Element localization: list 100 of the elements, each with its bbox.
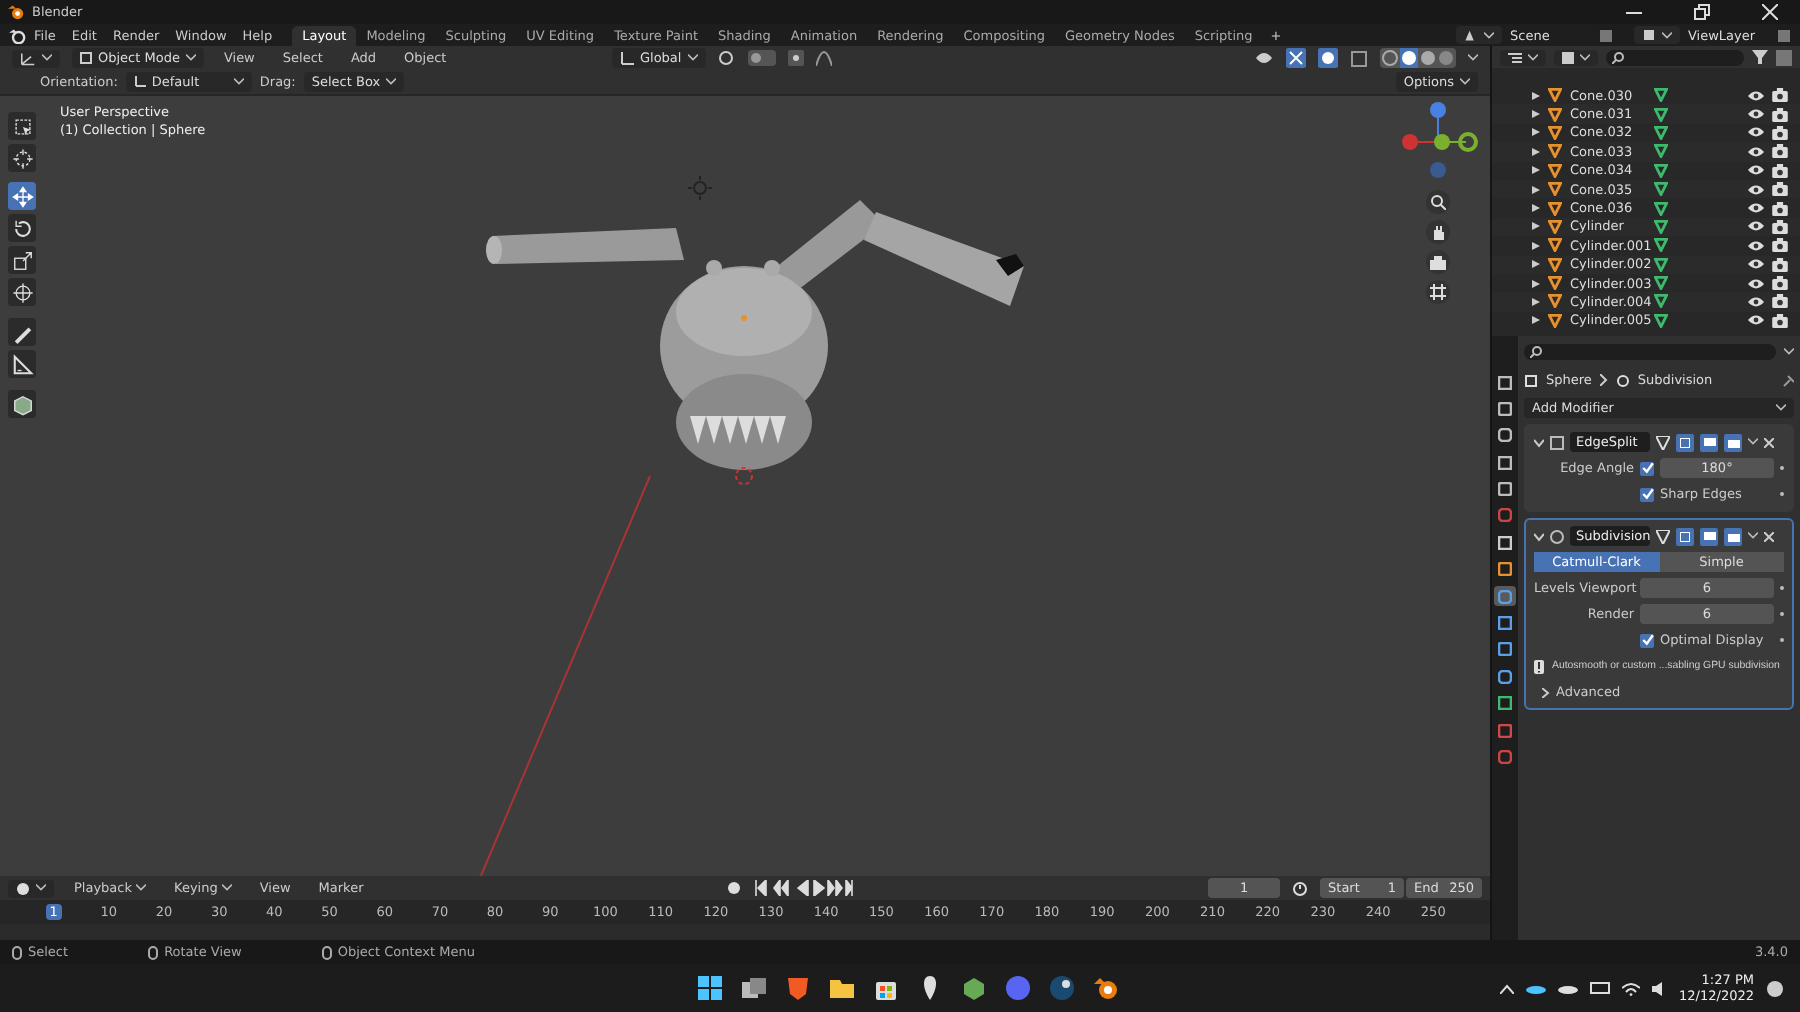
data-tab-icon[interactable] [1494, 693, 1516, 714]
expand-arrow-icon[interactable] [1532, 260, 1540, 269]
filter-button[interactable] [1554, 49, 1598, 65]
copy-icon[interactable] [1598, 27, 1614, 43]
folder-icon[interactable] [827, 974, 856, 1002]
output-tab-icon[interactable] [1494, 425, 1516, 446]
edit-mode-icon[interactable] [1656, 529, 1670, 543]
view-layer-tab-icon[interactable] [1494, 452, 1516, 473]
render-tab-icon[interactable] [1494, 398, 1516, 419]
axis-gizmo-drawing[interactable] [1398, 100, 1478, 184]
stopwatch-icon[interactable] [1292, 880, 1309, 896]
select-box-icon[interactable] [8, 112, 36, 140]
proportional-edit-icon[interactable] [787, 50, 804, 66]
shading-modes-icon[interactable] [1380, 48, 1457, 68]
editor-type-button[interactable] [12, 49, 60, 67]
physics-tab-icon[interactable] [1494, 639, 1516, 660]
expand-arrow-icon[interactable] [1532, 91, 1540, 100]
eye-icon[interactable] [1748, 314, 1764, 327]
constraints-tab-icon[interactable] [1494, 666, 1516, 687]
pencil-icon[interactable] [8, 318, 36, 346]
rotate-icon[interactable] [8, 214, 36, 242]
eye-icon[interactable] [1748, 108, 1764, 121]
wifi-icon[interactable] [1621, 981, 1640, 995]
material-tab-icon[interactable] [1494, 720, 1516, 741]
keyboard-icon[interactable] [1589, 982, 1610, 994]
checkbox[interactable] [1640, 487, 1654, 501]
filter-icon[interactable] [1752, 50, 1768, 64]
task-view-icon[interactable] [739, 974, 768, 1002]
eye-icon[interactable] [1748, 239, 1764, 252]
cage-toggle-icon[interactable] [1676, 527, 1694, 545]
editor-type-button[interactable] [8, 879, 54, 897]
hand-icon[interactable] [1426, 220, 1450, 244]
render-toggle-icon[interactable] [1724, 527, 1742, 545]
app-logo-icon[interactable] [1091, 974, 1120, 1002]
cube-icon[interactable] [959, 974, 988, 1002]
scene-selector[interactable] [1456, 26, 1502, 44]
steam-icon[interactable] [1047, 974, 1076, 1002]
object-tab-icon[interactable] [1494, 559, 1516, 580]
search-field[interactable] [1606, 49, 1744, 65]
expand-arrow-icon[interactable] [1532, 147, 1540, 156]
chevron-up-icon[interactable] [1499, 983, 1514, 993]
xray-icon[interactable] [1350, 49, 1369, 67]
eye-icon[interactable] [1748, 202, 1764, 215]
new-collection-icon[interactable] [1776, 49, 1792, 65]
render-toggle-icon[interactable] [1724, 433, 1742, 451]
expand-arrow-icon[interactable] [1532, 166, 1540, 175]
expand-arrow-icon[interactable] [1532, 316, 1540, 325]
eye-icon[interactable] [1748, 164, 1764, 177]
checkbox[interactable] [1640, 461, 1654, 475]
checkbox[interactable] [1640, 633, 1654, 647]
zoom-icon[interactable] [1426, 190, 1450, 214]
eye-icon[interactable] [1748, 258, 1764, 271]
scale-icon[interactable] [8, 246, 36, 274]
grid-icon[interactable] [1426, 280, 1450, 304]
edit-mode-icon[interactable] [1656, 435, 1670, 449]
expand-arrow-icon[interactable] [1532, 241, 1540, 250]
overlay-toggle-icon[interactable] [1318, 48, 1339, 68]
modifier-tab-icon[interactable] [1494, 586, 1516, 607]
chat-icon[interactable] [1003, 974, 1032, 1002]
close-icon[interactable] [1764, 437, 1774, 447]
notification-icon[interactable] [1766, 979, 1784, 997]
windows-start-icon[interactable] [695, 974, 724, 1002]
move-icon[interactable] [8, 182, 36, 210]
eye-icon[interactable] [1748, 145, 1764, 158]
close-icon[interactable] [1764, 531, 1774, 541]
pivot-icon[interactable] [717, 50, 736, 66]
eye-icon[interactable] [1748, 89, 1764, 102]
scene-tab-icon[interactable] [1494, 479, 1516, 500]
viewport-toggle-icon[interactable] [1700, 433, 1718, 451]
gizmo-toggle-icon[interactable] [1286, 48, 1307, 68]
world-tab-icon[interactable] [1494, 505, 1516, 526]
app-logo-icon[interactable] [8, 27, 26, 43]
record-icon[interactable] [725, 880, 742, 896]
viewport-toggle-icon[interactable] [1700, 527, 1718, 545]
playback-controls-icon[interactable] [753, 880, 854, 896]
particles-tab-icon[interactable] [1494, 613, 1516, 634]
cage-toggle-icon[interactable] [1676, 433, 1694, 451]
eye-icon[interactable] [1748, 277, 1764, 290]
visibility-icon[interactable] [1256, 50, 1275, 66]
view-layer-selector[interactable] [1634, 26, 1680, 44]
falloff-curve-icon[interactable] [815, 50, 832, 66]
speaker-icon[interactable] [1651, 981, 1668, 995]
tool-tab-icon[interactable] [1494, 372, 1516, 392]
eye-icon[interactable] [1748, 220, 1764, 233]
cursor-icon[interactable] [8, 144, 36, 172]
display-mode-button[interactable] [1500, 49, 1546, 65]
copy-icon[interactable] [1776, 27, 1792, 43]
expand-arrow-icon[interactable] [1532, 185, 1540, 194]
snap-icon[interactable] [747, 50, 776, 66]
transform-icon[interactable] [8, 278, 36, 306]
eye-icon[interactable] [1748, 126, 1764, 139]
ruler-icon[interactable] [8, 350, 36, 378]
pin-icon[interactable] [1782, 373, 1794, 387]
shield-icon[interactable] [783, 974, 812, 1002]
eye-icon[interactable] [1748, 183, 1764, 196]
eye-icon[interactable] [1748, 295, 1764, 308]
search-field[interactable] [1524, 344, 1776, 360]
collection-tab-icon[interactable] [1494, 532, 1516, 553]
cloud-icon[interactable] [1557, 982, 1578, 994]
texture-tab-icon[interactable] [1494, 746, 1516, 767]
